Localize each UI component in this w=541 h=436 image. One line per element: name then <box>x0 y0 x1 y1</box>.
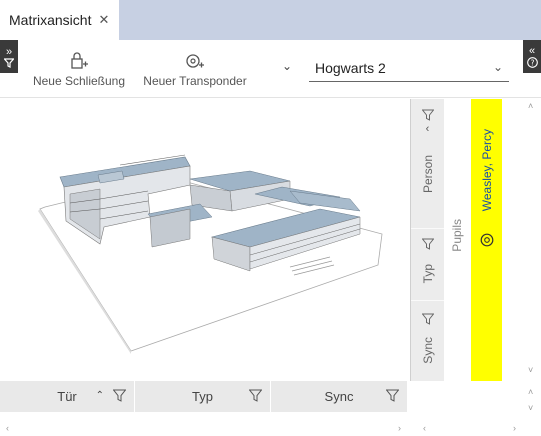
scroll-up-icon[interactable]: ˄ <box>528 101 533 111</box>
group-column: Pupils <box>444 99 471 381</box>
tab-bar: Matrixansicht ✕ <box>0 0 541 40</box>
help-icon: ? <box>526 57 538 68</box>
toolbar: » Neue Schließung Neuer Transponder ⌄ Ho… <box>0 40 541 98</box>
filter-icon[interactable] <box>386 389 399 402</box>
person-name[interactable]: Weasley, Percy <box>480 129 494 211</box>
scroll-down-icon[interactable]: ˅ <box>528 403 533 413</box>
new-transponder-button[interactable]: Neuer Transponder <box>142 52 248 88</box>
filter-icon[interactable] <box>421 109 434 121</box>
filter-icon[interactable] <box>421 238 434 250</box>
double-chevron-left-icon: « <box>528 45 536 57</box>
filter-icon <box>4 57 14 68</box>
matrix-grid-area: ˄ ˅ ‹ › <box>411 381 541 436</box>
column-header-sync[interactable]: Sync <box>271 381 408 412</box>
filter-icon[interactable] <box>113 389 126 402</box>
column-header-door[interactable]: Tür ⌃ <box>0 381 135 412</box>
building-plan-view[interactable] <box>0 99 411 381</box>
door-table: Tür ⌃ Typ Sync ‹ › <box>0 381 411 436</box>
close-icon[interactable]: ✕ <box>98 12 109 28</box>
filter-icon[interactable] <box>249 389 262 402</box>
new-lock-label: Neue Schließung <box>32 74 126 88</box>
expand-filter-button[interactable]: » <box>0 40 18 73</box>
sync-filter-group: Sync <box>411 301 444 381</box>
collapse-help-button[interactable]: « ? <box>523 40 541 73</box>
chevron-down-icon[interactable]: ⌄ <box>282 59 292 73</box>
scroll-right-icon[interactable]: › <box>513 423 516 433</box>
scroll-up-icon[interactable]: ˄ <box>528 387 533 397</box>
person-filter-column: ‹ Person Typ Sync <box>411 99 444 381</box>
tab-matrixansicht[interactable]: Matrixansicht ✕ <box>0 0 119 40</box>
type-filter-label: Typ <box>420 264 435 284</box>
sort-asc-icon[interactable]: ‹ <box>426 123 430 135</box>
vertical-scrollbar[interactable]: ˄ ˅ <box>524 99 541 381</box>
column-header-type[interactable]: Typ <box>135 381 271 412</box>
sort-asc-icon[interactable]: ⌃ <box>96 390 104 401</box>
new-lock-button[interactable]: Neue Schließung <box>30 52 128 88</box>
person-column-weasley-percy[interactable]: Weasley, Percy <box>471 99 502 381</box>
scroll-right-icon[interactable]: › <box>398 423 401 433</box>
building-illustration <box>38 154 383 354</box>
tab-label: Matrixansicht <box>9 12 92 28</box>
chevron-down-icon: ⌄ <box>492 60 503 74</box>
group-label: Pupils <box>450 219 464 252</box>
svg-text:?: ? <box>530 58 534 67</box>
new-transponder-label: Neuer Transponder <box>143 74 247 88</box>
site-select[interactable]: Hogwarts 2 ⌄ <box>309 55 509 82</box>
person-filter-group: ‹ Person <box>411 99 444 229</box>
sync-filter-label: Sync <box>420 337 435 364</box>
transponder-plus-icon <box>186 54 204 68</box>
double-chevron-right-icon: » <box>5 45 13 58</box>
lock-plus-icon <box>71 52 88 69</box>
type-filter-group: Typ <box>411 229 444 301</box>
scroll-left-icon[interactable]: ‹ <box>6 423 9 433</box>
scroll-left-icon[interactable]: ‹ <box>423 423 426 433</box>
filter-icon[interactable] <box>421 313 434 325</box>
transponder-icon <box>480 233 493 247</box>
person-filter-label: Person <box>420 155 435 194</box>
scroll-down-icon[interactable]: ˅ <box>528 365 533 375</box>
site-select-value: Hogwarts 2 <box>315 60 386 76</box>
